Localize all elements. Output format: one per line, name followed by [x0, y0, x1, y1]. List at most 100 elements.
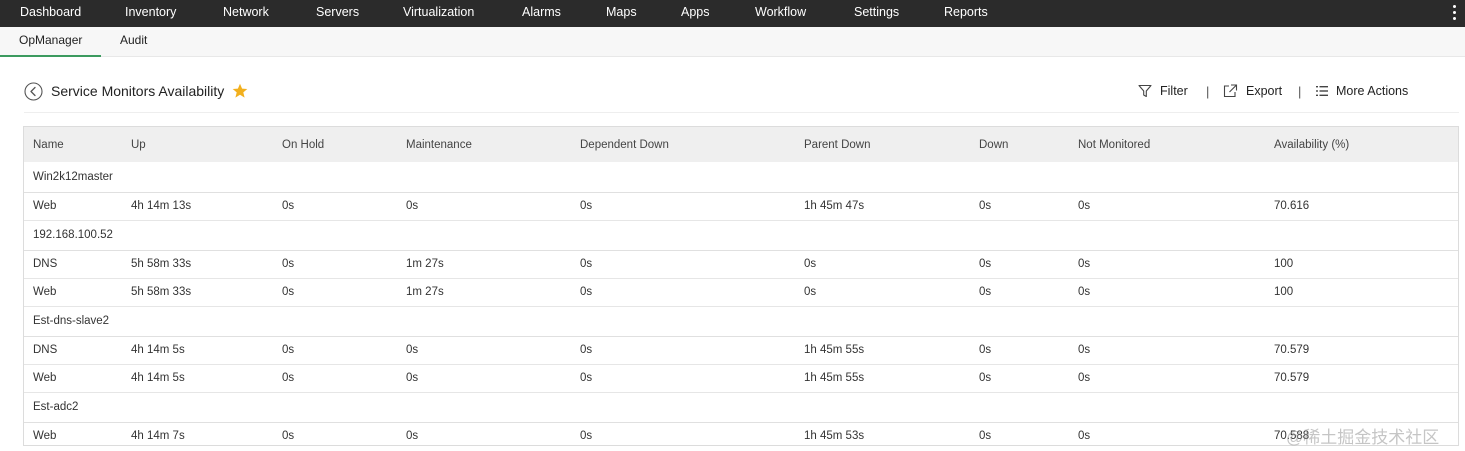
table-cell: 70.616 — [1265, 192, 1458, 221]
table-cell: 1h 45m 55s — [795, 336, 970, 365]
table-row: Web 5h 58m 33s 0s 1m 27s 0s 0s 0s 0s 100 — [24, 278, 1458, 307]
table-cell: 5h 58m 33s — [122, 278, 273, 307]
separator: | — [1206, 84, 1210, 99]
list-icon — [1316, 86, 1328, 96]
table-cell: 0s — [397, 192, 571, 221]
table-cell: 0s — [571, 278, 795, 307]
more-actions-label: More Actions — [1336, 84, 1409, 98]
export-icon — [1223, 84, 1238, 98]
device-name[interactable]: Est-adc2 — [24, 392, 1458, 423]
export-label: Export — [1246, 84, 1283, 98]
nav-inventory[interactable]: Inventory — [125, 0, 176, 27]
table-cell: 0s — [397, 336, 571, 365]
device-group-row: Est-adc2 — [24, 392, 1458, 423]
table-cell: 0s — [571, 192, 795, 221]
device-name[interactable]: Est-dns-slave2 — [24, 306, 1458, 337]
device-group-row: Win2k12master — [24, 162, 1458, 193]
nav-network[interactable]: Network — [223, 0, 269, 27]
device-name[interactable]: Win2k12master — [24, 162, 1458, 193]
nav-virtualization[interactable]: Virtualization — [403, 0, 474, 27]
device-group-row: Est-dns-slave2 — [24, 306, 1458, 337]
table-cell: 0s — [970, 364, 1069, 393]
device-group-row: 192.168.100.52 — [24, 220, 1458, 251]
table-cell: DNS — [24, 250, 122, 279]
table-cell: 1m 27s — [397, 278, 571, 307]
tab-audit[interactable]: Audit — [120, 27, 147, 57]
table-cell: 0s — [795, 278, 970, 307]
table-cell: 0s — [571, 336, 795, 365]
filter-button[interactable]: Filter — [1138, 83, 1198, 101]
table-cell: 1h 45m 47s — [795, 192, 970, 221]
table-cell: 0s — [571, 422, 795, 445]
nav-workflow[interactable]: Workflow — [755, 0, 806, 27]
table-cell: 0s — [1069, 278, 1265, 307]
header-divider — [24, 112, 1459, 113]
table-cell: 0s — [397, 422, 571, 445]
table-cell: 0s — [273, 422, 397, 445]
table-body: Win2k12master Web 4h 14m 13s 0s 0s 0s 1h 45m 4… — [24, 162, 1458, 445]
table-cell: Web — [24, 278, 122, 307]
nav-maps[interactable]: Maps — [606, 0, 637, 27]
table-row: Web 4h 14m 13s 0s 0s 0s 1h 45m 47s 0s 0s 70.616 — [24, 192, 1458, 221]
table-cell: 0s — [795, 250, 970, 279]
table-cell: 70.588 — [1265, 422, 1458, 445]
table-cell: 0s — [571, 250, 795, 279]
column-header-on-hold[interactable]: On Hold — [273, 127, 397, 162]
more-actions-button[interactable]: More Actions — [1315, 83, 1415, 101]
column-header-parent-down[interactable]: Parent Down — [795, 127, 970, 162]
table-cell: Web — [24, 364, 122, 393]
sub-navigation: OpManager Audit — [0, 27, 1465, 57]
table-cell: 0s — [970, 250, 1069, 279]
separator: | — [1298, 84, 1302, 99]
table-cell: 4h 14m 7s — [122, 422, 273, 445]
table-cell: 5h 58m 33s — [122, 250, 273, 279]
nav-dashboard[interactable]: Dashboard — [20, 0, 81, 27]
table-cell: 4h 14m 5s — [122, 364, 273, 393]
table-cell: 0s — [970, 422, 1069, 445]
column-header-availability[interactable]: Availability (%) — [1265, 127, 1458, 162]
table-row: Web 4h 14m 7s 0s 0s 0s 1h 45m 53s 0s 0s 70.588 — [24, 422, 1458, 445]
nav-servers[interactable]: Servers — [316, 0, 359, 27]
page-header: Service Monitors Availability Filter | E… — [0, 72, 1465, 112]
table-cell: Web — [24, 422, 122, 445]
nav-apps[interactable]: Apps — [681, 0, 710, 27]
table-row: DNS 4h 14m 5s 0s 0s 0s 1h 45m 55s 0s 0s 70.579 — [24, 336, 1458, 365]
table-cell: 0s — [273, 336, 397, 365]
table-cell: 0s — [1069, 364, 1265, 393]
table-cell: 100 — [1265, 278, 1458, 307]
table-cell: 0s — [970, 336, 1069, 365]
table-cell: 4h 14m 13s — [122, 192, 273, 221]
table-cell: 0s — [273, 192, 397, 221]
page-title: Service Monitors Availability — [51, 83, 225, 99]
table-header-row: Name Up On Hold Maintenance Dependent Do… — [24, 127, 1458, 162]
column-header-name[interactable]: Name — [24, 127, 122, 162]
availability-table: Name Up On Hold Maintenance Dependent Do… — [24, 127, 1458, 445]
nav-reports[interactable]: Reports — [944, 0, 988, 27]
table-cell: 0s — [1069, 336, 1265, 365]
column-header-up[interactable]: Up — [122, 127, 273, 162]
favorite-star-icon[interactable] — [232, 83, 248, 99]
table-row: Web 4h 14m 5s 0s 0s 0s 1h 45m 55s 0s 0s 70.579 — [24, 364, 1458, 393]
export-button[interactable]: Export — [1223, 83, 1293, 101]
nav-alarms[interactable]: Alarms — [522, 0, 561, 27]
availability-table-container: Name Up On Hold Maintenance Dependent Do… — [23, 126, 1459, 446]
tab-opmanager[interactable]: OpManager — [0, 27, 102, 57]
nav-settings[interactable]: Settings — [854, 0, 899, 27]
table-cell: 0s — [273, 278, 397, 307]
column-header-dependent-down[interactable]: Dependent Down — [571, 127, 795, 162]
column-header-not-monitored[interactable]: Not Monitored — [1069, 127, 1265, 162]
filter-icon — [1138, 84, 1152, 98]
filter-label: Filter — [1160, 84, 1188, 98]
column-header-down[interactable]: Down — [970, 127, 1069, 162]
table-cell: 70.579 — [1265, 336, 1458, 365]
table-cell: 0s — [970, 192, 1069, 221]
table-cell: Web — [24, 192, 122, 221]
table-cell: 1h 45m 53s — [795, 422, 970, 445]
table-cell: 0s — [571, 364, 795, 393]
table-cell: 4h 14m 5s — [122, 336, 273, 365]
kebab-menu-icon[interactable] — [1450, 4, 1460, 22]
back-arrow-icon[interactable] — [24, 82, 43, 101]
device-name[interactable]: 192.168.100.52 — [24, 220, 1458, 251]
column-header-maintenance[interactable]: Maintenance — [397, 127, 571, 162]
top-navigation: Dashboard Inventory Network Servers Virt… — [0, 0, 1465, 27]
